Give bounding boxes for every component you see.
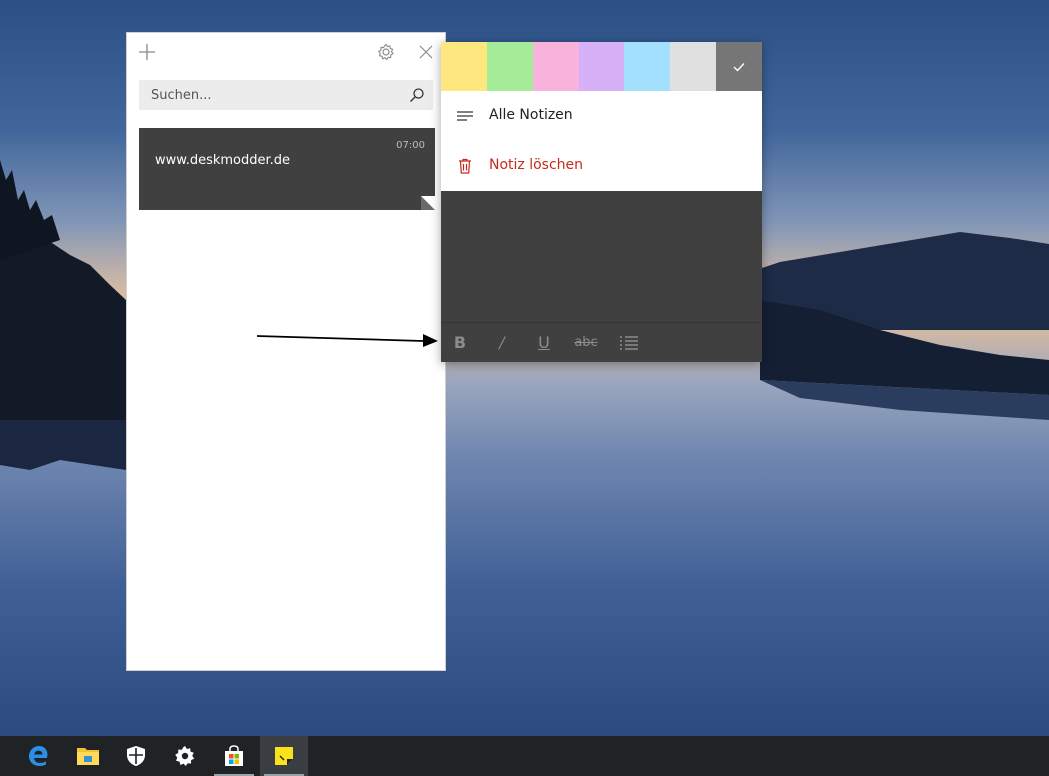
format-toolbar: B / U abc	[441, 322, 762, 362]
checkmark-icon	[733, 62, 745, 72]
file-explorer-icon	[77, 748, 99, 765]
note-fold-shadow	[421, 196, 435, 210]
taskbar-settings[interactable]	[161, 736, 209, 776]
note-text-area[interactable]	[441, 191, 762, 322]
search-box	[139, 80, 433, 110]
menu-item-label: Alle Notizen	[489, 107, 573, 123]
taskbar	[0, 736, 1049, 776]
list-toolbar	[127, 33, 445, 71]
note-time: 07:00	[396, 140, 425, 151]
close-button[interactable]	[415, 41, 437, 63]
settings-icon	[175, 746, 195, 766]
close-icon	[419, 45, 433, 59]
add-note-button[interactable]	[136, 41, 158, 63]
strikethrough-button[interactable]: abc	[571, 332, 601, 354]
gear-icon	[377, 43, 394, 61]
color-swatch-gray[interactable]	[670, 42, 717, 91]
sticky-note-window: Alle Notizen Notiz löschen B / U abc	[441, 42, 762, 362]
taskbar-store[interactable]	[210, 736, 258, 776]
bold-button[interactable]: B	[453, 332, 467, 354]
color-picker	[441, 42, 762, 91]
menu-item-delete-note[interactable]: Notiz löschen	[441, 141, 762, 191]
notes-list-window: 07:00 www.deskmodder.de	[126, 32, 446, 671]
taskbar-edge[interactable]	[14, 736, 62, 776]
note-menu: Alle Notizen Notiz löschen	[441, 91, 762, 191]
windows-defender-icon	[127, 746, 145, 766]
search-icon[interactable]	[409, 87, 425, 103]
bullet-list-icon	[620, 336, 638, 350]
trash-icon	[459, 158, 471, 174]
menu-item-label: Notiz löschen	[489, 157, 584, 173]
taskbar-file-explorer[interactable]	[64, 736, 112, 776]
color-swatch-pink[interactable]	[532, 42, 579, 91]
color-swatch-blue[interactable]	[624, 42, 671, 91]
color-swatch-purple[interactable]	[578, 42, 625, 91]
list-lines-icon	[457, 111, 473, 121]
sticky-notes-icon	[275, 747, 293, 765]
annotation-arrow	[256, 334, 438, 347]
underline-button[interactable]: U	[537, 332, 551, 354]
color-swatch-charcoal[interactable]	[716, 42, 762, 91]
taskbar-windows-defender[interactable]	[112, 736, 160, 776]
store-icon	[225, 745, 243, 766]
plus-icon	[139, 44, 155, 60]
settings-button[interactable]	[375, 41, 397, 63]
menu-item-all-notes[interactable]: Alle Notizen	[441, 91, 762, 141]
taskbar-sticky-notes[interactable]	[260, 736, 308, 776]
color-swatch-yellow[interactable]	[441, 42, 487, 91]
edge-icon	[29, 746, 48, 766]
italic-button[interactable]: /	[495, 332, 509, 354]
note-list-item[interactable]: 07:00 www.deskmodder.de	[139, 128, 435, 210]
note-preview-text: www.deskmodder.de	[155, 153, 291, 168]
color-swatch-green[interactable]	[486, 42, 533, 91]
search-input[interactable]	[139, 80, 399, 110]
bullet-list-button[interactable]	[619, 332, 639, 354]
